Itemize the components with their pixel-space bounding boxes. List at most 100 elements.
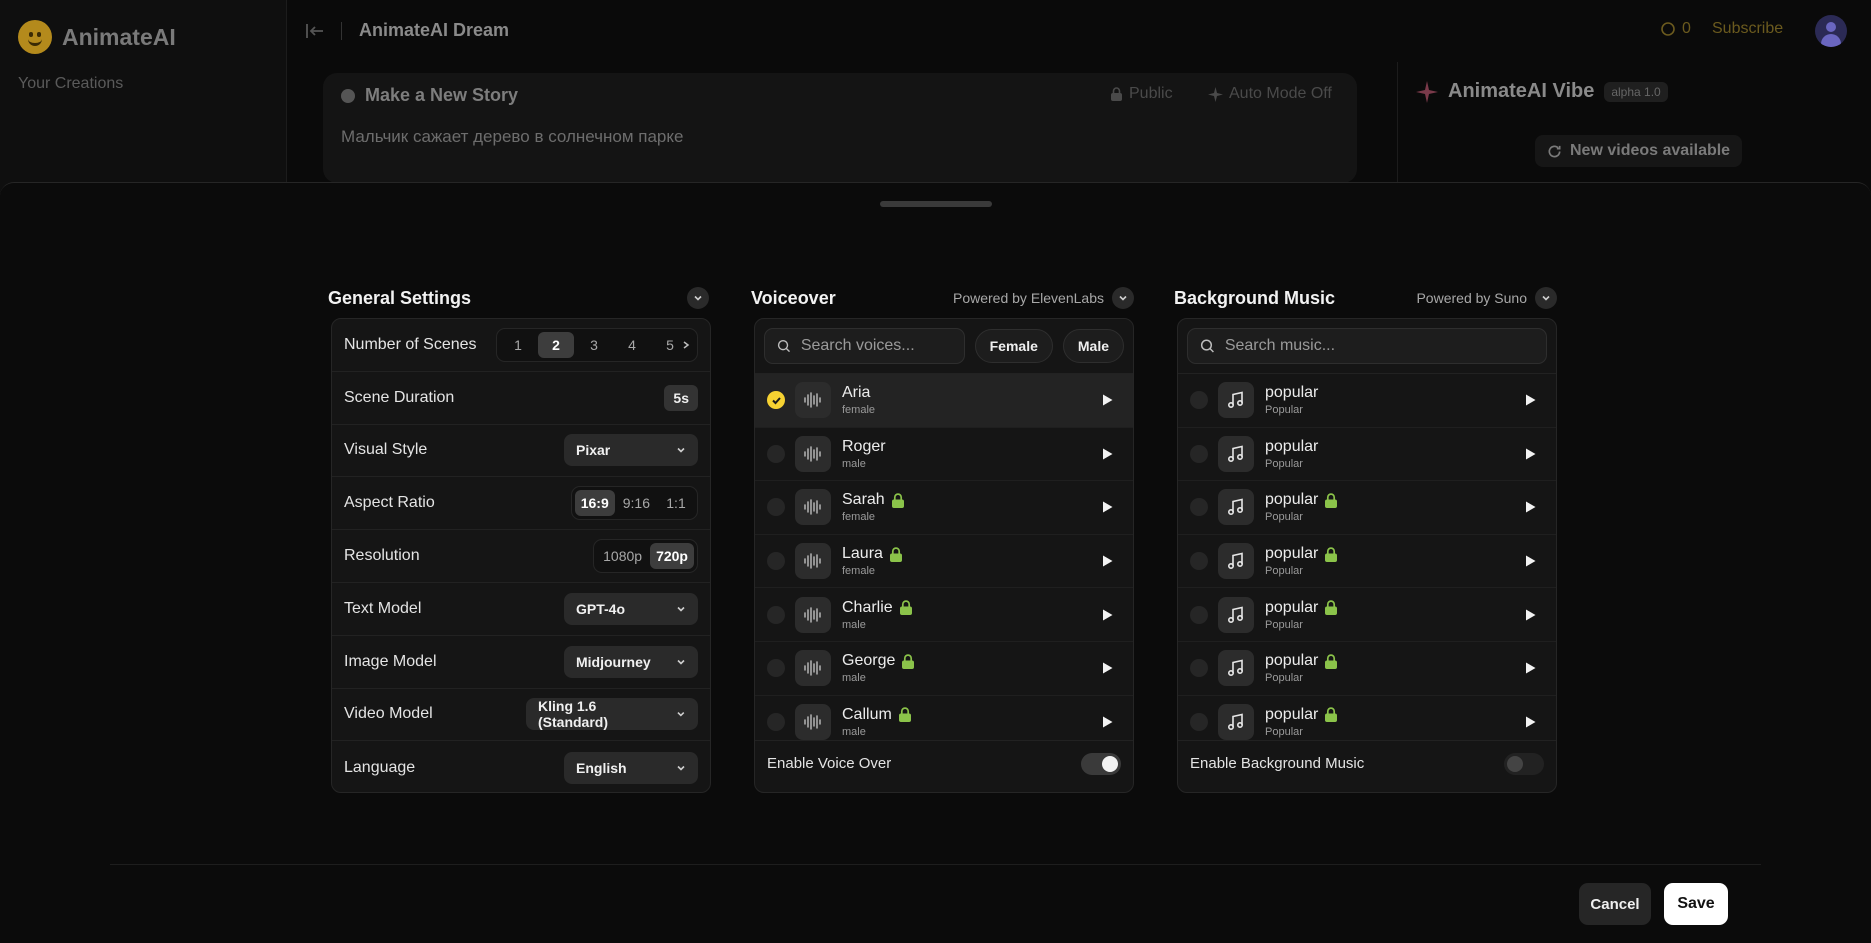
item-name-row: popular <box>1265 438 1318 456</box>
video-model-dropdown[interactable]: Kling 1.6 (Standard) <box>526 698 698 731</box>
waveform-icon <box>804 714 821 730</box>
list-item[interactable]: Laura female <box>755 535 1133 589</box>
select-radio[interactable] <box>767 605 785 624</box>
play-icon[interactable] <box>1522 660 1538 676</box>
story-prompt[interactable]: Мальчик сажает дерево в солнечном парке <box>341 127 683 147</box>
list-item[interactable]: popular Popular <box>1178 535 1556 589</box>
text-model-dropdown[interactable]: GPT-4o <box>564 592 698 625</box>
item-text: George male <box>842 652 915 684</box>
select-radio[interactable] <box>1190 659 1208 678</box>
list-item[interactable]: Charlie male <box>755 588 1133 642</box>
segment-option[interactable]: 16:9 <box>574 490 615 517</box>
collapse-sidebar-icon[interactable] <box>305 22 325 40</box>
filter-female-button[interactable]: Female <box>974 329 1053 363</box>
play-icon[interactable] <box>1522 392 1538 408</box>
segment-option[interactable]: 9:16 <box>617 490 656 516</box>
select-radio[interactable] <box>1190 552 1208 571</box>
public-toggle[interactable]: Public <box>1110 85 1173 103</box>
play-icon[interactable] <box>1099 660 1115 676</box>
image-model-dropdown[interactable]: Midjourney <box>564 645 698 678</box>
item-thumbnail <box>1218 435 1254 472</box>
item-text: Sarah female <box>842 491 905 523</box>
search-icon <box>1200 339 1214 353</box>
app-logo[interactable]: AnimateAI <box>18 20 176 54</box>
select-radio[interactable] <box>1190 712 1208 731</box>
chevron-down-icon[interactable] <box>1112 287 1134 309</box>
cancel-button[interactable]: Cancel <box>1579 883 1651 925</box>
item-subtitle: male <box>842 457 866 470</box>
play-icon[interactable] <box>1099 607 1115 623</box>
select-radio[interactable] <box>1190 391 1208 410</box>
select-radio[interactable] <box>767 391 785 410</box>
chevron-down-icon[interactable] <box>687 287 709 309</box>
play-icon[interactable] <box>1099 499 1115 515</box>
voice-search-input[interactable] <box>800 337 952 355</box>
play-icon[interactable] <box>1099 446 1115 462</box>
list-item[interactable]: popular Popular <box>1178 588 1556 642</box>
visual-style-dropdown[interactable]: Pixar <box>564 434 698 467</box>
enable-music-toggle[interactable] <box>1504 752 1544 775</box>
language-row: Language English <box>332 741 710 792</box>
play-icon[interactable] <box>1099 714 1115 730</box>
segment-option[interactable]: 1080p <box>597 543 648 569</box>
select-radio[interactable] <box>767 712 785 731</box>
save-button[interactable]: Save <box>1664 883 1728 925</box>
segment-option[interactable]: 3 <box>576 332 612 358</box>
select-radio[interactable] <box>767 659 785 678</box>
chevron-right-icon[interactable] <box>682 340 690 350</box>
credits-counter[interactable]: 0 <box>1660 20 1691 38</box>
select-radio[interactable] <box>1190 605 1208 624</box>
list-item[interactable]: Aria female <box>755 374 1133 428</box>
list-item[interactable]: popular Popular <box>1178 642 1556 696</box>
select-radio[interactable] <box>1190 444 1208 463</box>
list-item[interactable]: Sarah female <box>755 481 1133 535</box>
list-item[interactable]: popular Popular <box>1178 481 1556 535</box>
list-item[interactable]: Roger male <box>755 428 1133 482</box>
segment-option[interactable]: 2 <box>538 331 574 358</box>
select-radio[interactable] <box>767 498 785 517</box>
enable-voiceover-toggle[interactable] <box>1081 752 1121 775</box>
list-item[interactable]: popular Popular <box>1178 696 1556 740</box>
subscribe-link[interactable]: Subscribe <box>1712 20 1783 38</box>
filter-male-button[interactable]: Male <box>1062 329 1124 363</box>
select-radio[interactable] <box>1190 498 1208 517</box>
list-item[interactable]: popular Popular <box>1178 428 1556 482</box>
item-text: Callum male <box>842 706 912 738</box>
music-search-box <box>1187 328 1547 364</box>
list-item[interactable]: Callum male <box>755 696 1133 740</box>
lock-icon <box>898 707 911 723</box>
item-name: Roger <box>842 437 886 455</box>
play-icon[interactable] <box>1522 553 1538 569</box>
segment-option[interactable]: 1 <box>500 332 536 358</box>
play-icon[interactable] <box>1522 607 1538 623</box>
list-item[interactable]: popular Popular <box>1178 374 1556 428</box>
play-icon[interactable] <box>1099 553 1115 569</box>
music-search-input[interactable] <box>1224 337 1534 355</box>
select-radio[interactable] <box>767 444 785 463</box>
visual-style-label: Visual Style <box>344 441 428 459</box>
list-item[interactable]: George male <box>755 642 1133 696</box>
segment-option[interactable]: 4 <box>614 332 650 358</box>
new-videos-button[interactable]: New videos available <box>1535 135 1743 167</box>
play-icon[interactable] <box>1099 392 1115 408</box>
sidebar-item-your-creations[interactable]: Your Creations <box>18 75 123 93</box>
duration-chip[interactable]: 5s <box>664 384 698 411</box>
sheet-drag-handle[interactable] <box>880 201 992 207</box>
chevron-down-icon <box>677 448 685 454</box>
item-subtitle: male <box>842 672 866 685</box>
segment-option[interactable]: 720p <box>650 543 694 570</box>
voice-search-row: Female Male <box>755 319 1133 374</box>
chevron-down-icon[interactable] <box>1535 287 1557 309</box>
play-icon[interactable] <box>1522 446 1538 462</box>
language-dropdown[interactable]: English <box>564 751 698 784</box>
auto-mode-toggle[interactable]: Auto Mode Off <box>1208 85 1332 103</box>
music-note-icon <box>1227 552 1244 570</box>
vibe-title-row: AnimateAI Vibe alpha 1.0 <box>1416 80 1668 103</box>
segment-option[interactable]: 1:1 <box>658 490 694 516</box>
select-radio[interactable] <box>767 552 785 571</box>
avatar[interactable] <box>1815 15 1847 47</box>
enable-music-row: Enable Background Music <box>1178 740 1556 786</box>
play-icon[interactable] <box>1522 499 1538 515</box>
enable-voiceover-row: Enable Voice Over <box>755 740 1133 786</box>
play-icon[interactable] <box>1522 714 1538 730</box>
